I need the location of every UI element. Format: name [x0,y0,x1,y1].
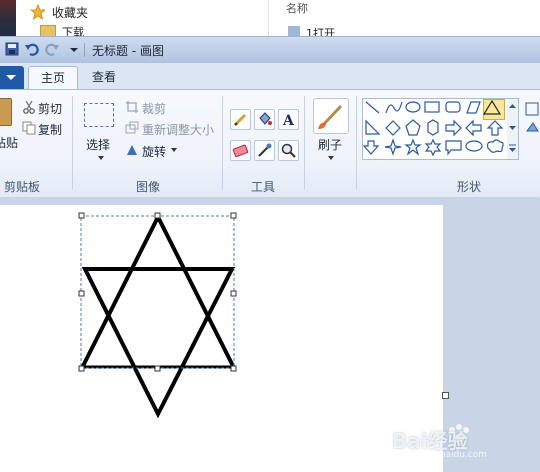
selection-handle[interactable] [78,290,85,297]
star-downward-triangle [81,267,236,419]
watermark-subtext: jingyan.baidu.com [404,450,488,460]
selection-handle[interactable] [230,212,237,219]
selection-handle[interactable] [230,290,237,297]
selection-handle[interactable] [78,212,85,219]
selection-handle[interactable] [154,365,161,372]
drawing-layer [78,212,469,442]
selection-rectangle[interactable] [80,215,235,369]
selection-handle[interactable] [154,212,161,219]
selection-handle[interactable] [78,365,85,372]
star-upward-triangle [80,212,236,369]
selection-handle[interactable] [230,365,237,372]
